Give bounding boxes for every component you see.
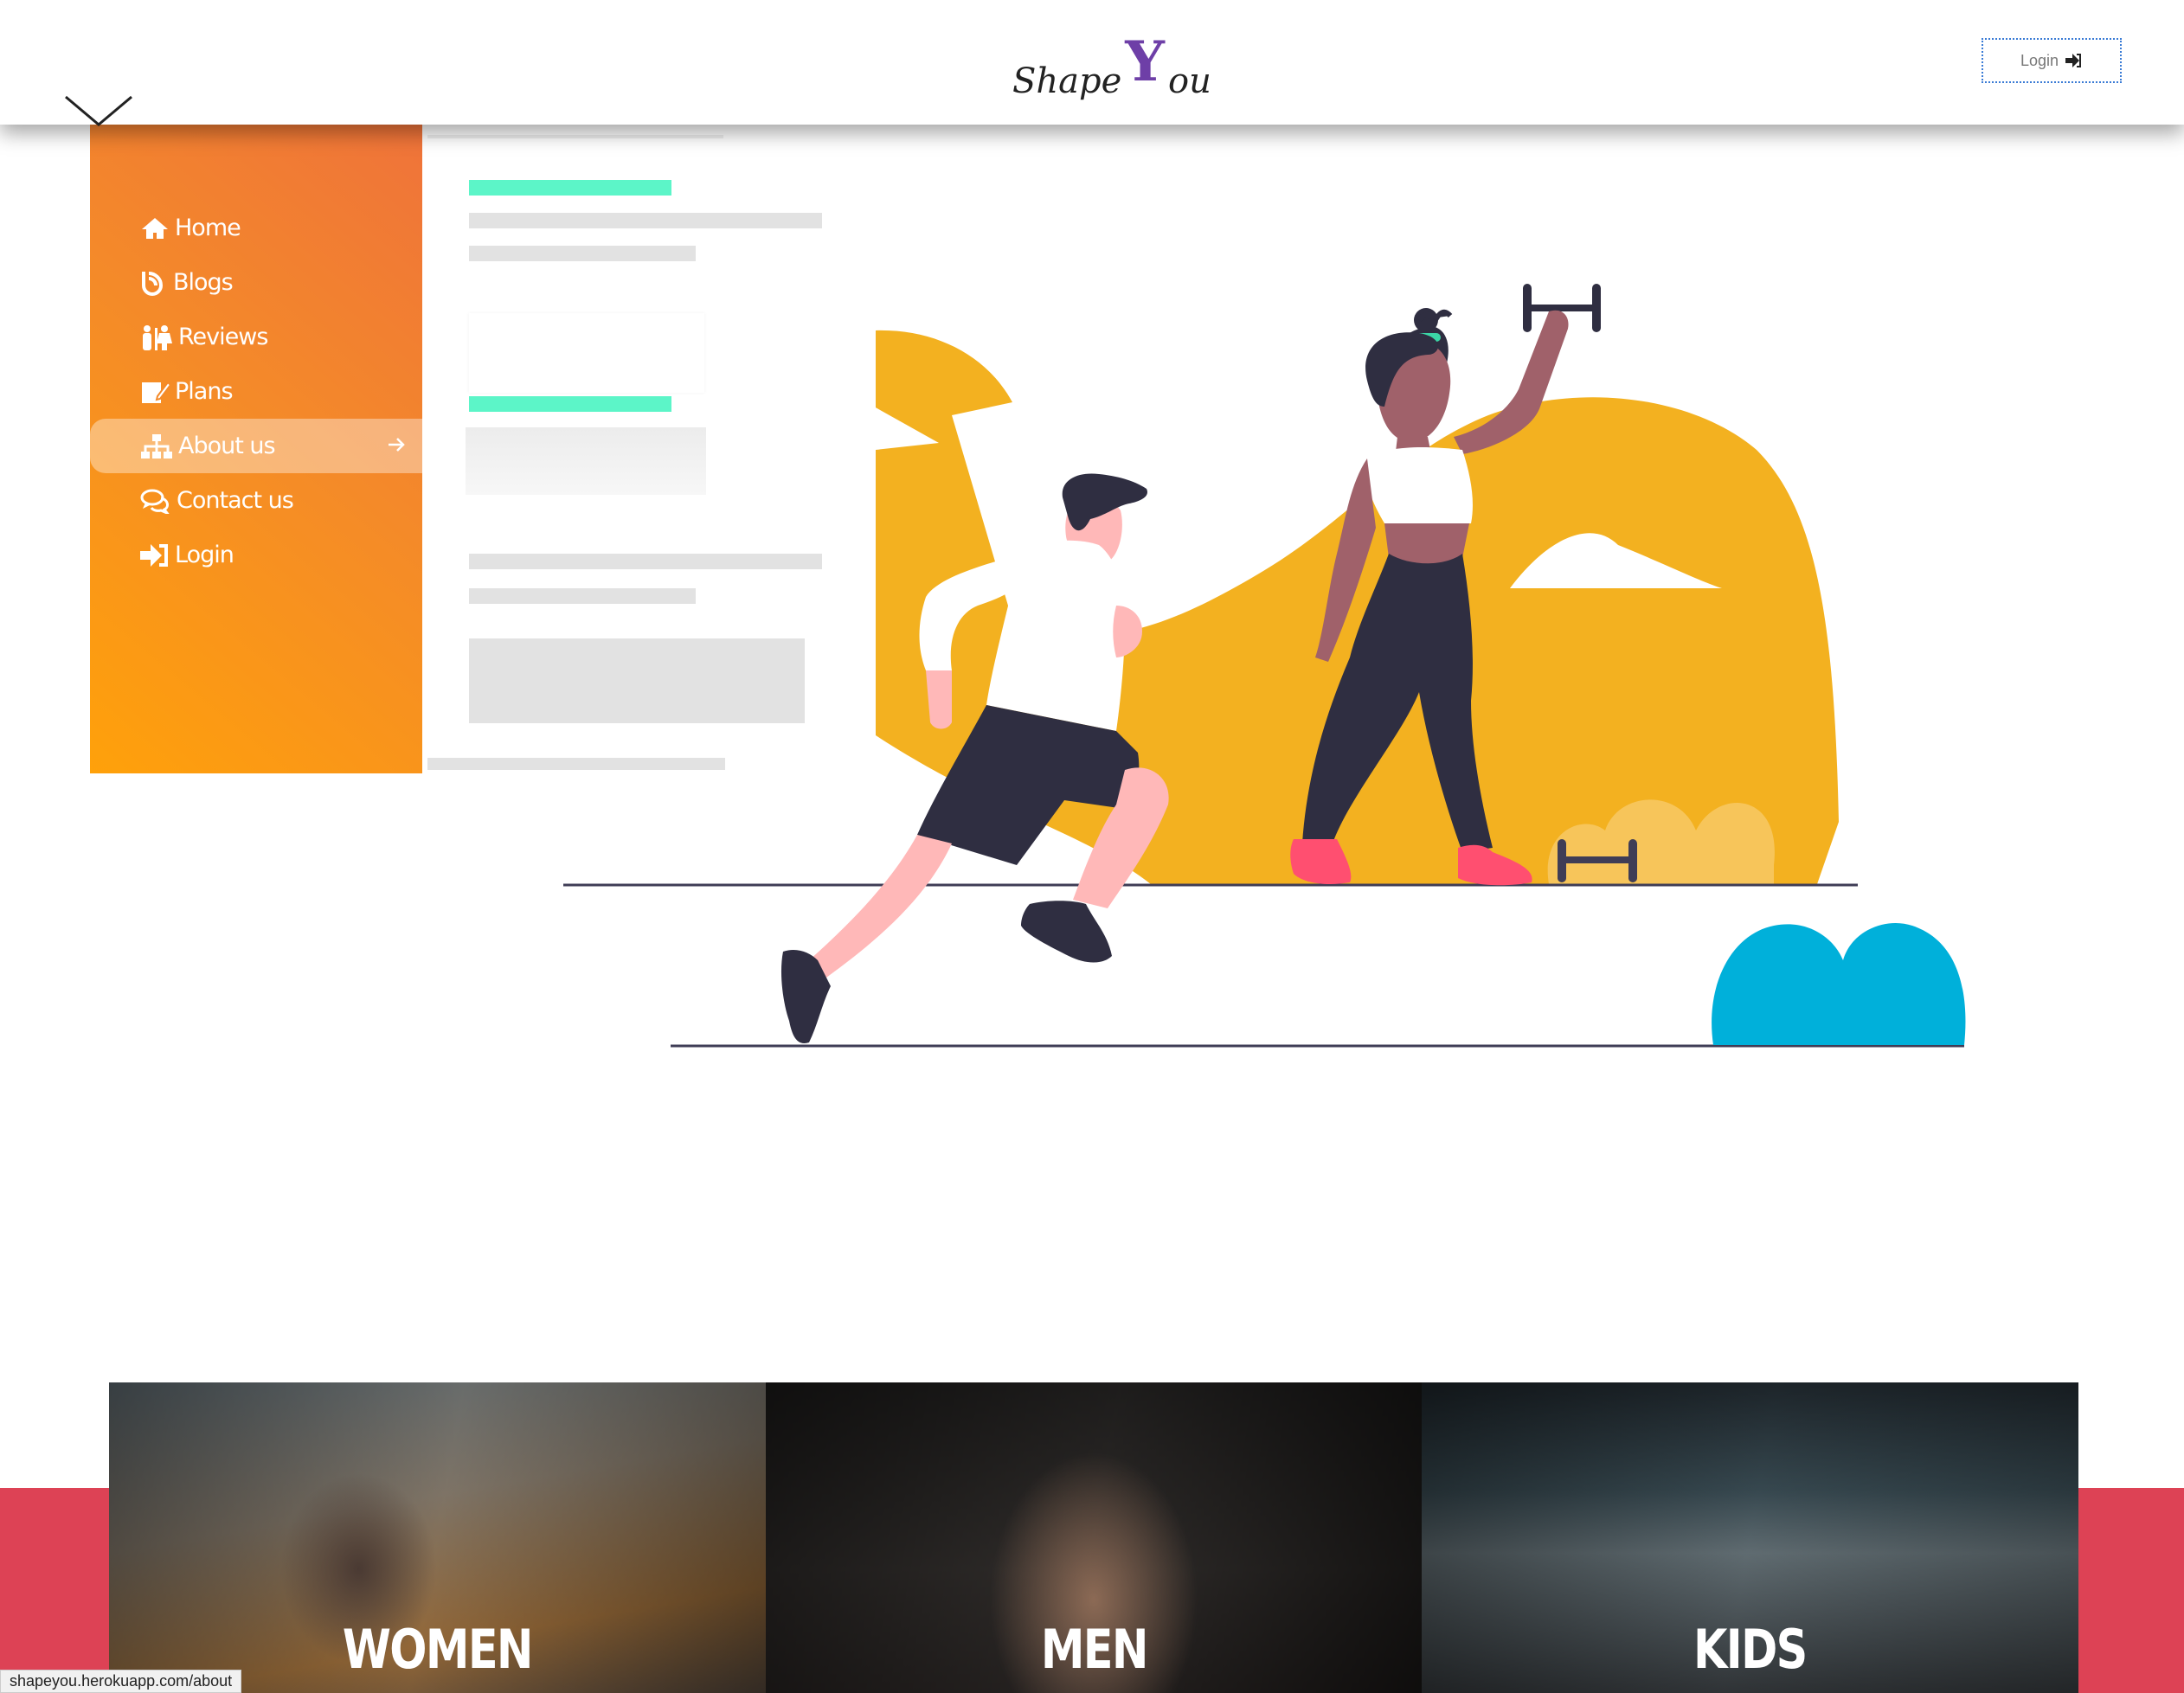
menu-item-about-us[interactable]: About us [90,419,422,473]
menu-item-blogs[interactable]: Blogs [90,255,422,310]
menu-item-label: Plans [175,378,234,405]
blue-bush [1712,922,1966,1045]
menu-item-plans[interactable]: Plans [90,364,422,419]
category-cards: WOMEN MEN KIDS [109,1382,2079,1693]
skeleton-line [469,588,696,604]
menu-item-home[interactable]: Home [90,201,422,255]
category-title: KIDS [1693,1618,1808,1681]
skeleton-line [469,246,696,261]
header-login-button[interactable]: Login [1982,38,2122,83]
site-logo[interactable]: Shape Y ou [1012,29,1211,99]
menu-item-label: Reviews [178,324,268,350]
category-card-kids[interactable]: KIDS [1422,1382,2079,1693]
category-card-men[interactable]: MEN [765,1382,1423,1693]
blogger-icon [142,271,163,296]
browser-status-url: shapeyou.herokuapp.com/about [0,1670,242,1693]
side-menu: Home Blogs Reviews Plans About us Contac… [90,125,422,773]
arrow-right-icon [389,438,405,452]
skeleton-image-box [466,427,706,495]
skeleton-line [469,554,822,569]
skeleton-line [427,758,725,770]
menu-item-contact-us[interactable]: Contact us [90,473,422,528]
header-login-label: Login [2020,51,2059,69]
skeleton-line [469,213,822,228]
people-icon [143,324,172,350]
sitemap-icon [141,433,172,459]
logo-text-shape: Shape [1012,61,1122,101]
menu-item-label: Login [175,542,234,568]
menu-item-label: Home [175,215,241,241]
menu-item-label: About us [178,433,276,459]
skeleton-image-box [469,313,704,393]
skeleton-line [427,135,723,138]
home-icon [142,217,168,239]
menu-item-reviews[interactable]: Reviews [90,310,422,364]
category-title: MEN [1040,1618,1149,1681]
menu-toggle-chevron-icon[interactable] [64,93,133,128]
skeleton-block [469,638,805,723]
comments-icon [140,489,170,514]
skeleton-accent-bar [469,180,671,196]
category-card-women[interactable]: WOMEN [109,1382,766,1693]
sign-in-icon [2065,54,2082,67]
category-title: WOMEN [342,1618,534,1681]
skeleton-accent-bar [469,396,671,412]
sign-in-icon [140,543,168,567]
menu-item-label: Blogs [173,269,234,296]
logo-letter-y: Y [1125,29,1165,94]
logo-text-ou: ou [1167,61,1211,101]
edit-icon [142,380,170,403]
menu-item-login[interactable]: Login [90,528,422,582]
menu-item-label: Contact us [177,487,294,514]
site-header: Shape Y ou Login [0,0,2184,125]
content-skeleton-panel [422,125,876,773]
